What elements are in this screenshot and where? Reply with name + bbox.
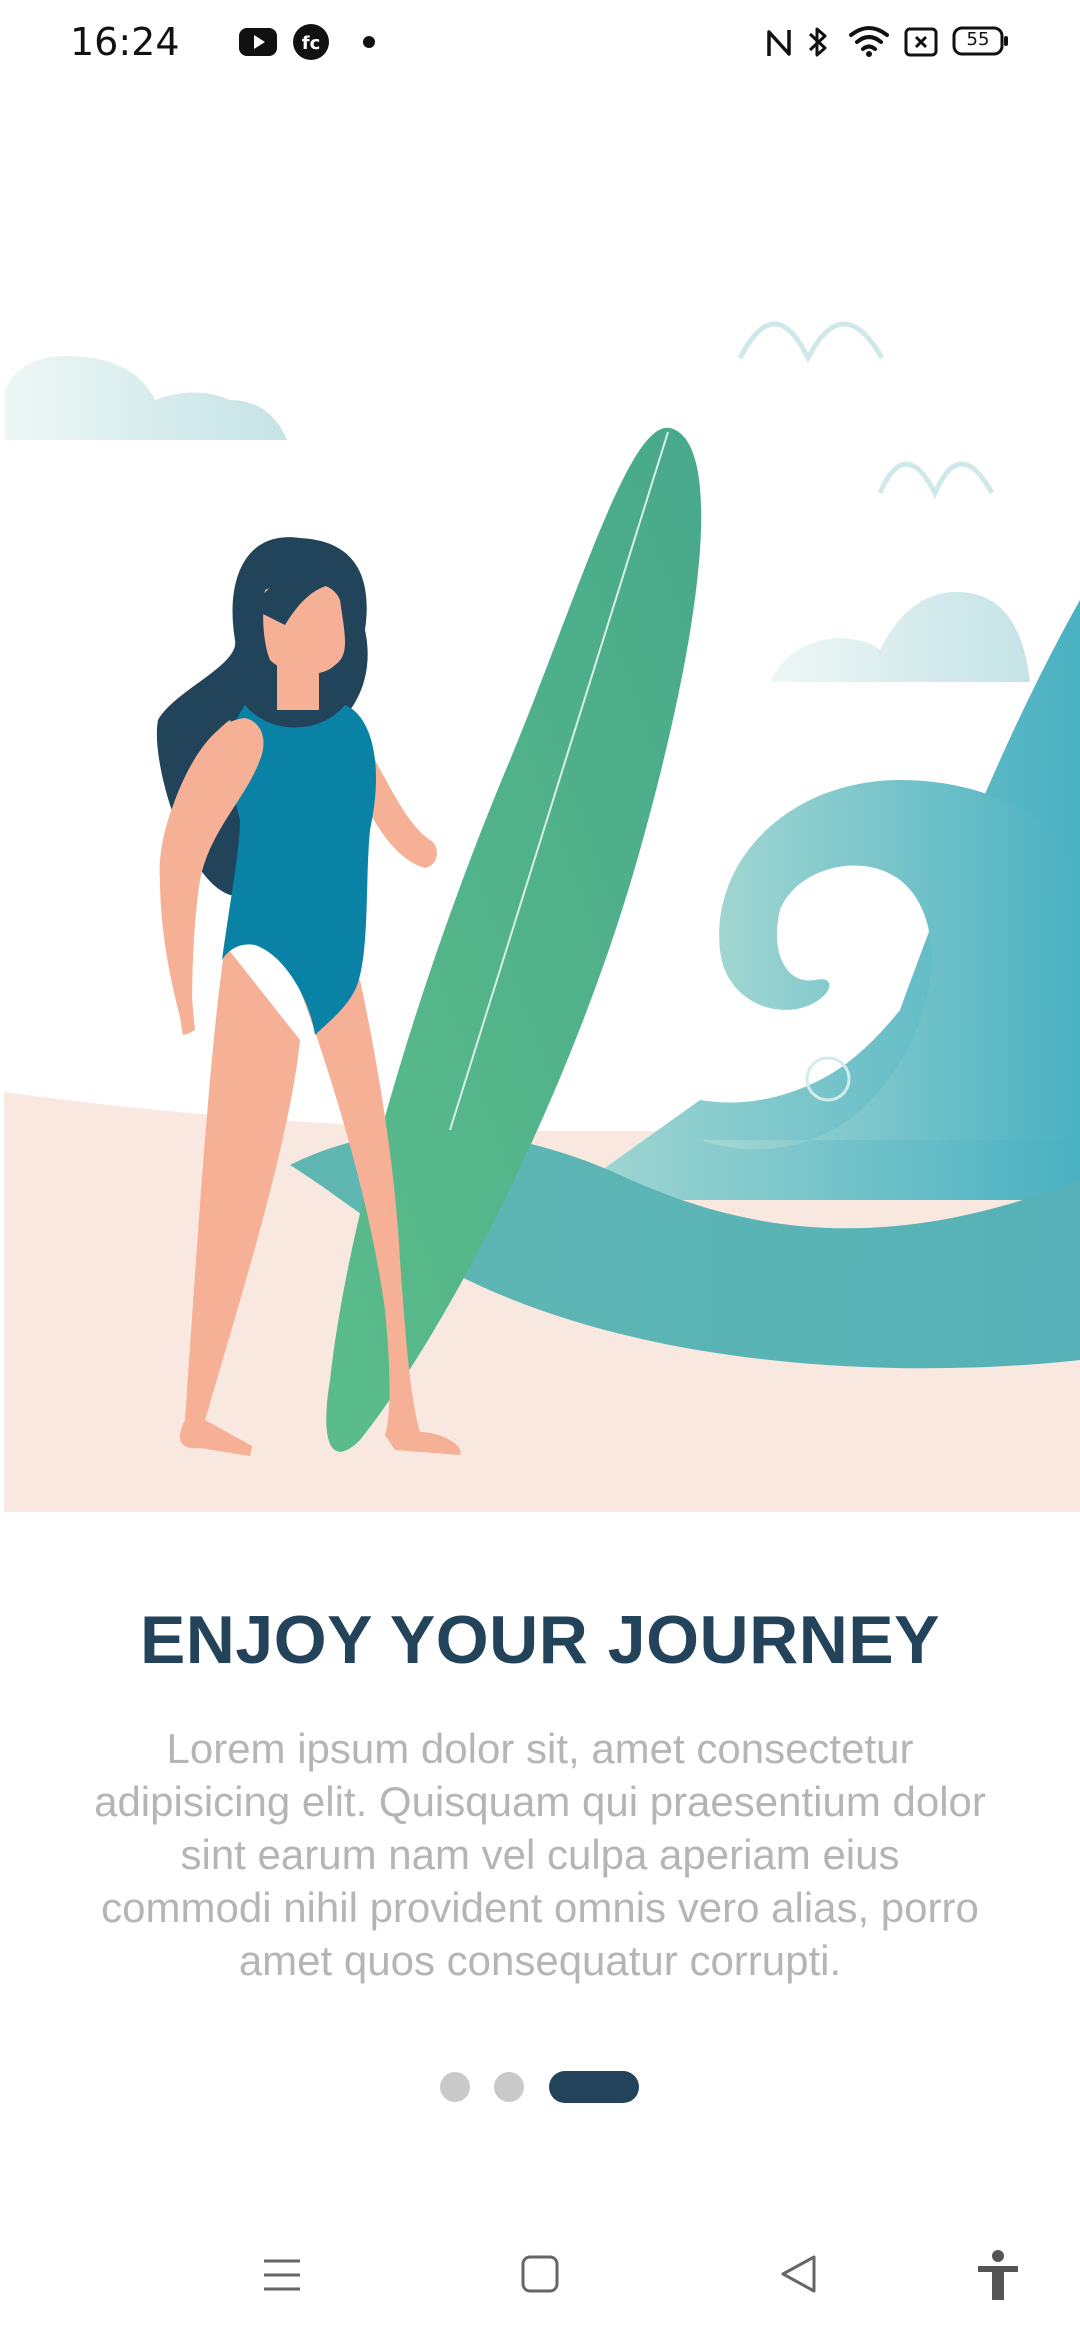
status-bar: 16:24 fc 55 <box>0 0 1080 84</box>
page-dot-2[interactable] <box>494 2072 524 2102</box>
onboarding-illustration <box>4 321 1080 1512</box>
onboarding-title: ENJOY YOUR JOURNEY <box>139 1602 941 1678</box>
cloud-right <box>770 591 1030 682</box>
dot-icon <box>363 36 375 48</box>
menu-icon[interactable] <box>262 2255 302 2295</box>
battery-icon: 55 <box>952 26 1010 56</box>
page-dot-1[interactable] <box>440 2072 470 2102</box>
fc-app-icon: fc <box>293 24 329 60</box>
nfc-icon <box>767 30 791 56</box>
bluetooth-icon <box>808 27 827 57</box>
onboarding-description: Lorem ipsum dolor sit, amet consectetur … <box>94 1725 986 1984</box>
status-time: 16:24 <box>70 20 180 64</box>
page-dot-3-active[interactable] <box>549 2071 639 2103</box>
battery-level: 55 <box>966 29 990 50</box>
back-icon[interactable] <box>778 2254 818 2294</box>
accessibility-icon[interactable] <box>976 2250 1020 2302</box>
wave-crest <box>700 780 1080 1150</box>
svg-text:fc: fc <box>302 33 321 54</box>
navigation-bar <box>0 2220 1080 2340</box>
neck <box>277 655 319 710</box>
bird-1 <box>737 321 885 364</box>
home-icon[interactable] <box>521 2255 559 2293</box>
sim-off-icon <box>904 27 938 57</box>
page-indicator <box>0 2070 1080 2104</box>
youtube-icon <box>239 28 277 56</box>
cloud-left <box>5 355 287 440</box>
wifi-icon <box>849 26 889 57</box>
bird-2 <box>877 461 995 499</box>
